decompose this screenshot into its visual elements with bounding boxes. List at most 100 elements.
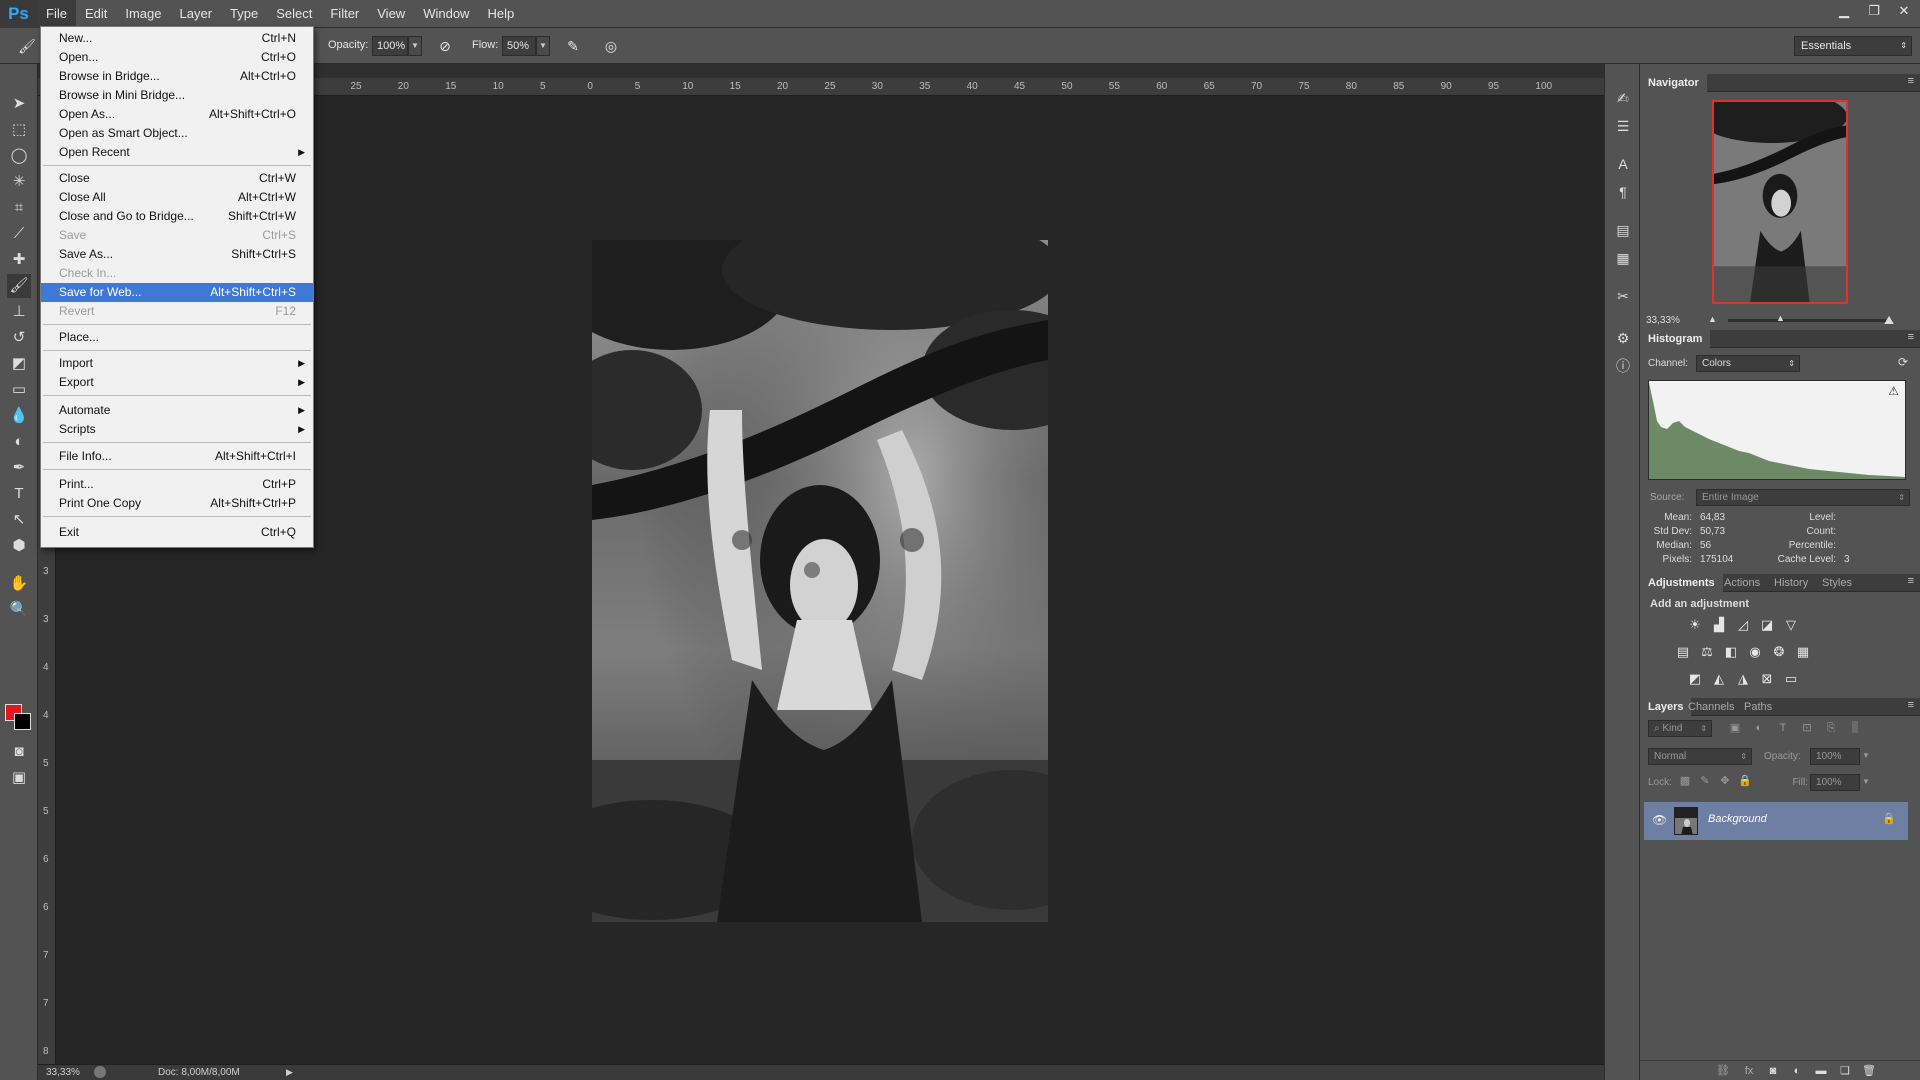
posterize-icon[interactable]: ◭ [1710, 670, 1728, 688]
menu-item-open-as-smart-object[interactable]: Open as Smart Object... [41, 124, 313, 143]
menu-image[interactable]: Image [116, 0, 170, 28]
curves-icon[interactable]: ◿ [1734, 616, 1752, 634]
zoom-level[interactable]: 33,33% [46, 1067, 80, 1078]
airbrush-icon[interactable]: ✎ [564, 37, 582, 55]
menu-item-print-one-copy[interactable]: Print One Copy Alt+Shift+Ctrl+P [41, 494, 313, 513]
paragraph-icon[interactable]: ¶ [1613, 182, 1633, 202]
hue-saturation-icon[interactable]: ▤ [1674, 643, 1692, 661]
menu-item-open-recent[interactable]: Open Recent ▶ [41, 143, 313, 162]
invert-icon[interactable]: ◩ [1686, 670, 1704, 688]
menu-item-new[interactable]: New... Ctrl+N [41, 29, 313, 48]
lock-position-icon[interactable]: ✥ [1716, 772, 1734, 790]
menu-item-print[interactable]: Print... Ctrl+P [41, 475, 313, 494]
menu-edit[interactable]: Edit [76, 0, 116, 28]
restore-icon[interactable]: ❐ [1866, 3, 1882, 19]
lock-all-icon[interactable]: 🔒 [1736, 772, 1754, 790]
brush-preset-icon[interactable]: 🖌 [18, 37, 36, 55]
tab-adjustments[interactable]: Adjustments [1640, 574, 1723, 592]
info-icon[interactable]: ⓘ [1613, 356, 1633, 376]
layer-kind-filter[interactable]: ⌕ Kind ⇕ [1648, 720, 1712, 737]
tool-presets-icon[interactable]: ✂ [1613, 286, 1633, 306]
navigator-thumbnail[interactable] [1712, 100, 1848, 304]
filter-pixel-icon[interactable]: ▣ [1726, 719, 1744, 737]
shape-tool-icon[interactable]: ⬢ [7, 534, 31, 558]
channel-dropdown[interactable]: Colors ⇕ [1696, 355, 1800, 372]
blend-mode-dropdown[interactable]: Normal ⇕ [1648, 748, 1752, 765]
healing-brush-tool-icon[interactable]: ✚ [7, 248, 31, 272]
tab-paths[interactable]: Paths [1736, 698, 1780, 716]
layer-row-background[interactable]: 👁 Background 🔒 [1644, 802, 1908, 840]
filter-type-icon[interactable]: T [1774, 719, 1792, 737]
zoom-slider-handle-icon[interactable]: ▲ [1776, 313, 1785, 323]
screen-mode-icon[interactable]: ▣ [7, 766, 31, 790]
add-mask-icon[interactable]: ◙ [1764, 1062, 1782, 1080]
visibility-eye-icon[interactable]: 👁 [1652, 813, 1667, 827]
menu-item-close[interactable]: Close Ctrl+W [41, 169, 313, 188]
tab-styles[interactable]: Styles [1814, 574, 1860, 592]
channel-mixer-icon[interactable]: ❂ [1770, 643, 1788, 661]
menu-filter[interactable]: Filter [321, 0, 368, 28]
menu-item-browse-in-bridge[interactable]: Browse in Bridge... Alt+Ctrl+O [41, 67, 313, 86]
notes-icon[interactable]: ▦ [1613, 248, 1633, 268]
menu-item-open-as[interactable]: Open As... Alt+Shift+Ctrl+O [41, 105, 313, 124]
filter-shape-icon[interactable]: ⊡ [1798, 719, 1816, 737]
menu-file[interactable]: File [37, 0, 76, 28]
gradient-map-icon[interactable]: ▭ [1782, 670, 1800, 688]
menu-item-close-all[interactable]: Close All Alt+Ctrl+W [41, 188, 313, 207]
menu-item-open[interactable]: Open... Ctrl+O [41, 48, 313, 67]
vibrance-icon[interactable]: ▽ [1782, 616, 1800, 634]
filter-smart-object-icon[interactable]: ⎘ [1822, 719, 1840, 737]
flow-input[interactable]: 50% [502, 36, 536, 56]
eyedropper-tool-icon[interactable]: ⟋ [7, 222, 31, 246]
hand-tool-icon[interactable]: ✋ [7, 572, 31, 596]
layer-fill-arrow-icon[interactable]: ▼ [1862, 777, 1870, 786]
brush-presets-icon[interactable]: ✍ [1613, 88, 1633, 108]
opacity-input[interactable]: 100% [372, 36, 408, 56]
panel-menu-icon[interactable]: ≡ [1908, 331, 1914, 343]
crop-tool-icon[interactable]: ⌗ [7, 196, 31, 220]
filter-toggle[interactable] [1852, 721, 1858, 733]
workspace-dropdown[interactable]: Essentials ⇕ [1794, 36, 1912, 56]
panel-menu-icon[interactable]: ≡ [1908, 699, 1914, 711]
background-color-swatch[interactable] [14, 713, 31, 730]
status-share-icon[interactable] [94, 1066, 106, 1078]
navigator-zoom[interactable]: 33,33% [1646, 315, 1680, 326]
layer-opacity-arrow-icon[interactable]: ▼ [1862, 751, 1870, 760]
layer-fill-input[interactable]: 100% [1810, 774, 1860, 791]
menu-item-place[interactable]: Place... [41, 328, 313, 347]
exposure-icon[interactable]: ◪ [1758, 616, 1776, 634]
tab-channels[interactable]: Channels [1680, 698, 1742, 716]
selective-color-icon[interactable]: ⊠ [1758, 670, 1776, 688]
blur-tool-icon[interactable]: 💧 [7, 404, 31, 428]
tab-history[interactable]: History [1766, 574, 1816, 592]
magic-wand-tool-icon[interactable]: ✳ [7, 170, 31, 194]
properties-icon[interactable]: ⚙ [1613, 328, 1633, 348]
quick-mask-icon[interactable]: ◙ [7, 740, 31, 764]
tab-navigator[interactable]: Navigator [1640, 74, 1707, 92]
panel-menu-icon[interactable]: ≡ [1908, 75, 1914, 87]
lasso-tool-icon[interactable]: ◯ [7, 144, 31, 168]
marquee-tool-icon[interactable]: ⬚ [7, 118, 31, 142]
photo-filter-icon[interactable]: ◉ [1746, 643, 1764, 661]
minimize-icon[interactable]: ▁ [1836, 3, 1852, 19]
menu-type[interactable]: Type [221, 0, 267, 28]
color-balance-icon[interactable]: ⚖ [1698, 643, 1716, 661]
pressure-opacity-icon[interactable]: ⊘ [436, 37, 454, 55]
layer-style-icon[interactable]: fx [1740, 1062, 1758, 1080]
opacity-dropdown-icon[interactable]: ▼ [408, 36, 422, 56]
move-tool-icon[interactable]: ➤ [7, 92, 31, 116]
new-group-icon[interactable]: ▬ [1812, 1062, 1830, 1080]
new-layer-icon[interactable]: ❏ [1836, 1062, 1854, 1080]
black-white-icon[interactable]: ◧ [1722, 643, 1740, 661]
navigator-zoom-slider[interactable] [1728, 319, 1886, 322]
eraser-tool-icon[interactable]: ◩ [7, 352, 31, 376]
layer-name[interactable]: Background [1708, 813, 1767, 825]
menu-item-import[interactable]: Import ▶ [41, 354, 313, 373]
zoom-in-icon[interactable]: ⛰ [1884, 313, 1894, 328]
close-icon[interactable]: ✕ [1896, 3, 1912, 19]
menu-item-close-and-go-to-bridge[interactable]: Close and Go to Bridge... Shift+Ctrl+W [41, 207, 313, 226]
menu-item-automate[interactable]: Automate ▶ [41, 401, 313, 420]
levels-icon[interactable]: ▟ [1710, 616, 1728, 634]
type-tool-icon[interactable]: T [7, 482, 31, 506]
zoom-tool-icon[interactable]: 🔍 [7, 598, 31, 622]
